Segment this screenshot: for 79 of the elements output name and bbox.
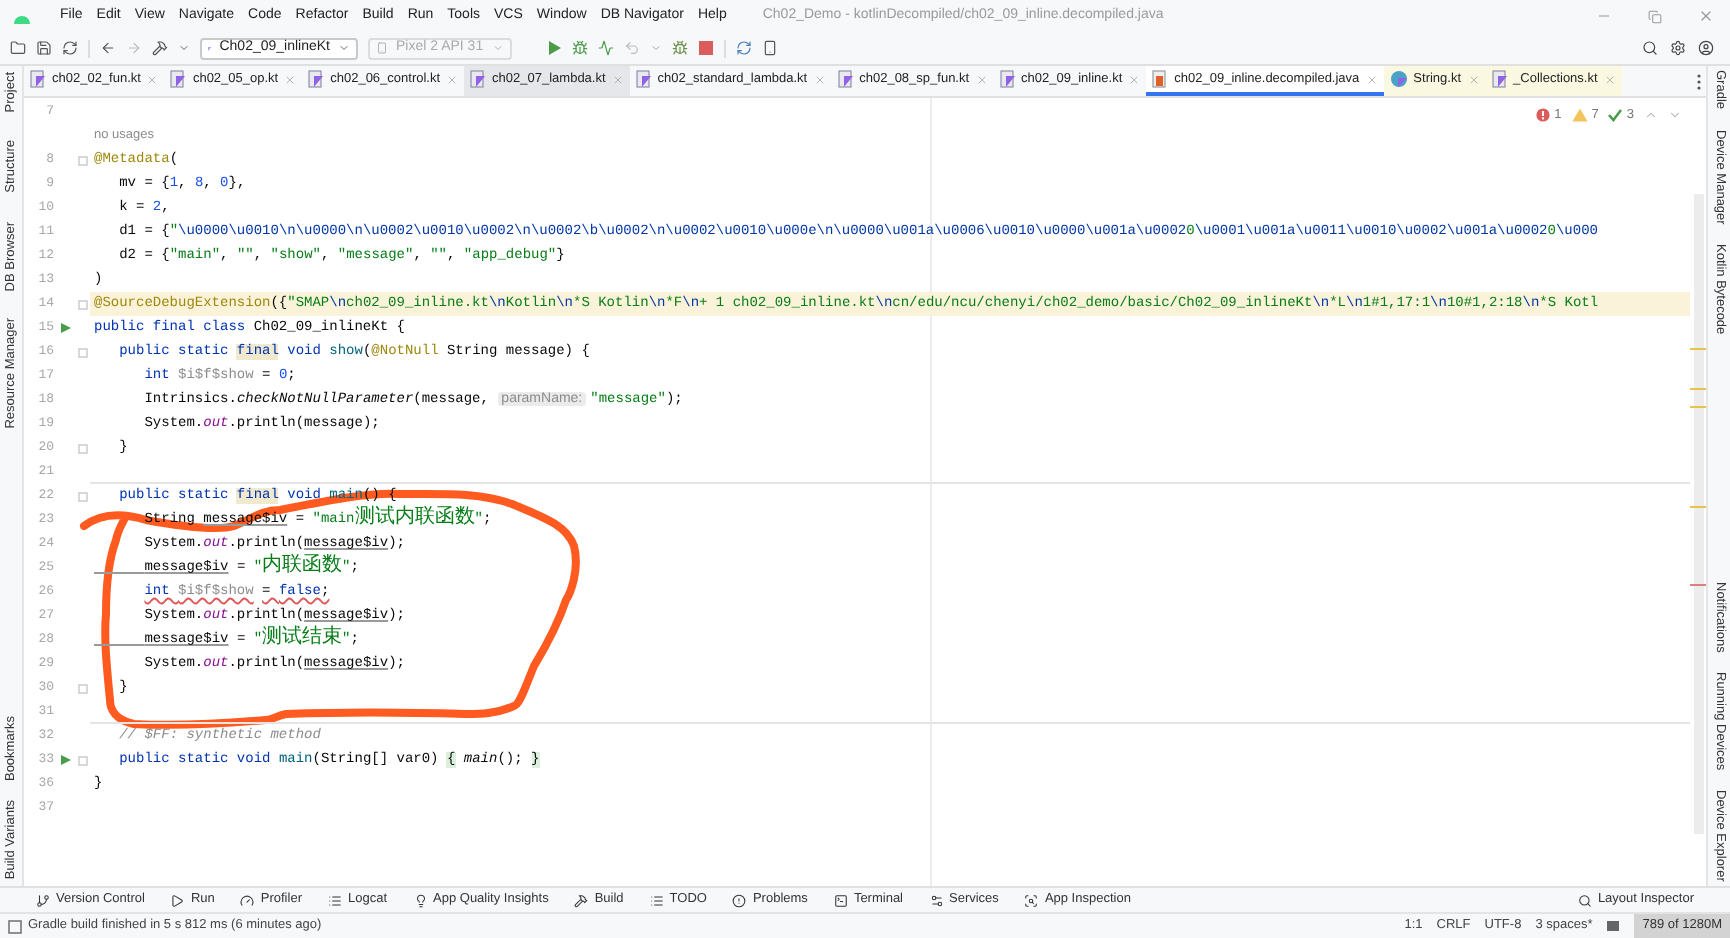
check-icon: [1608, 108, 1623, 123]
save-icon[interactable]: [36, 40, 52, 56]
close-icon[interactable]: [1698, 8, 1714, 24]
attach-debugger-icon[interactable]: [672, 40, 688, 56]
close-icon[interactable]: [1603, 73, 1616, 85]
warning-icon: [1571, 108, 1588, 123]
error-icon: [1536, 108, 1551, 123]
caret-icon: [338, 42, 350, 54]
status-icon: [8, 919, 22, 933]
terminal-icon: [833, 893, 848, 907]
vcs-icon: [36, 893, 50, 907]
folder-icon[interactable]: [10, 40, 26, 56]
close-icon[interactable]: [146, 73, 159, 85]
caret-icon[interactable]: [178, 42, 190, 54]
gradle-sync-icon[interactable]: [736, 40, 752, 56]
layout-icon: [1577, 893, 1592, 907]
todo-icon: [649, 893, 664, 907]
class-file-icon: [1389, 70, 1408, 88]
java-file-icon: [1152, 70, 1169, 88]
next-icon[interactable]: [1668, 108, 1682, 123]
kotlin-file-icon: [470, 70, 487, 88]
stop-icon[interactable]: [698, 40, 714, 56]
kotlin-file-icon: [170, 70, 187, 88]
kotlin-file-icon: [30, 70, 46, 88]
phone-icon: [376, 42, 388, 54]
kotlin-file-icon: [837, 70, 854, 88]
profiler-icon: [240, 893, 255, 907]
close-icon[interactable]: [1365, 73, 1378, 85]
scrollbar-track[interactable]: [1694, 194, 1704, 834]
caret-icon: [492, 42, 504, 54]
sync-icon[interactable]: [62, 40, 78, 56]
run-icon[interactable]: [59, 754, 71, 766]
inspection-icon: [1024, 893, 1039, 907]
kotlin-file-icon: [1491, 70, 1508, 88]
readonly-icon[interactable]: [1606, 920, 1621, 932]
fold-icon[interactable]: [78, 683, 88, 693]
kotlin-file-icon: [635, 70, 652, 88]
apply-changes-icon[interactable]: [624, 40, 640, 56]
services-icon: [929, 893, 943, 907]
kotlin-file-icon: [308, 70, 325, 88]
close-icon[interactable]: [1128, 73, 1141, 85]
device-manager-icon[interactable]: [762, 40, 778, 56]
close-icon[interactable]: [813, 73, 826, 85]
caret-icon[interactable]: [650, 42, 662, 54]
close-icon[interactable]: [446, 73, 459, 85]
run-icon: [170, 893, 185, 907]
hammer-icon[interactable]: [152, 40, 168, 56]
account-icon[interactable]: [1698, 40, 1714, 56]
previous-icon[interactable]: [1644, 108, 1658, 123]
debug-icon[interactable]: [572, 40, 588, 56]
close-icon[interactable]: [975, 73, 988, 85]
insights-icon: [413, 893, 428, 907]
logcat-icon: [327, 893, 342, 907]
search-icon[interactable]: [1642, 40, 1658, 56]
settings-icon[interactable]: [1670, 40, 1686, 56]
problems-icon: [732, 893, 747, 907]
run-icon[interactable]: [548, 40, 562, 56]
restore-icon[interactable]: [1648, 9, 1662, 23]
fold-icon[interactable]: [78, 443, 88, 453]
warning-marker[interactable]: [1690, 406, 1706, 408]
fold-icon[interactable]: [78, 491, 88, 501]
profile-icon[interactable]: [598, 40, 614, 56]
close-icon[interactable]: [1467, 73, 1480, 85]
fold-icon[interactable]: [78, 347, 88, 357]
warning-marker[interactable]: [1690, 348, 1706, 350]
back-icon[interactable]: [100, 40, 116, 56]
fold-icon[interactable]: [78, 299, 88, 309]
more-icon[interactable]: [1696, 73, 1702, 89]
run-icon[interactable]: [59, 322, 71, 334]
kotlin-file-icon: [999, 70, 1016, 88]
warning-marker[interactable]: [1690, 388, 1706, 390]
close-icon[interactable]: [611, 73, 624, 85]
forward-icon[interactable]: [126, 40, 142, 56]
warning-marker[interactable]: [1690, 506, 1706, 508]
error-marker[interactable]: [1690, 584, 1706, 586]
fold-icon[interactable]: [78, 755, 88, 765]
close-icon[interactable]: [284, 73, 297, 85]
build-icon: [574, 893, 589, 907]
fold-icon[interactable]: [78, 155, 88, 165]
